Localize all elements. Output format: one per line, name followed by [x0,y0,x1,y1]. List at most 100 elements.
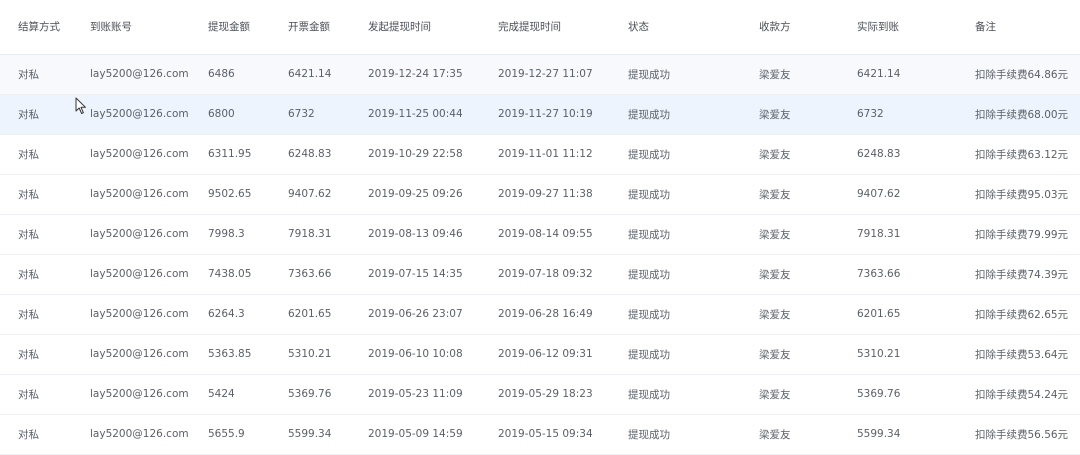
header-invoice-amount: 开票金额 [270,0,350,55]
cell-complete-time: 2019-11-01 11:12 [498,148,593,160]
table-row[interactable]: 对私 lay5200@126.com 6264.3 6201.65 2019-0… [0,294,1080,334]
cell-status: 提现成功 [628,188,670,201]
cell-status: 提现成功 [628,348,670,361]
cell-payee: 梁爱友 [759,108,791,121]
cell-settlement-method: 对私 [18,388,39,401]
header-payee: 收款方 [741,0,839,55]
cell-invoice-amount: 6421.14 [288,68,332,80]
cell-payee: 梁爱友 [759,268,791,281]
table-row[interactable]: 对私 lay5200@126.com 5655.9 5599.34 2019-0… [0,414,1080,454]
cell-complete-time: 2019-07-18 09:32 [498,268,593,280]
table-row[interactable]: 对私 lay5200@126.com 9502.65 9407.62 2019-… [0,174,1080,214]
cell-status: 提现成功 [628,148,670,161]
cell-payee: 梁爱友 [759,308,791,321]
cell-account: lay5200@126.com [90,308,189,320]
cell-status: 提现成功 [628,388,670,401]
cell-settlement-method: 对私 [18,148,39,161]
header-account: 到账账号 [72,0,190,55]
table-header-row: 结算方式 到账账号 提现金额 开票金额 发起提现时间 完成提现时间 状态 收款方… [0,0,1080,55]
cell-actual-received: 5369.76 [857,388,901,400]
header-settlement-method: 结算方式 [0,0,72,55]
cell-remark: 扣除手续费74.39元 [975,268,1069,281]
cell-invoice-amount: 6248.83 [288,148,332,160]
cell-invoice-amount: 5369.76 [288,388,332,400]
cell-actual-received: 6201.65 [857,308,901,320]
cell-start-time: 2019-06-10 10:08 [368,348,463,360]
cell-withdraw-amount: 7438.05 [208,268,252,280]
cell-settlement-method: 对私 [18,308,39,321]
table-row[interactable]: 对私 lay5200@126.com 6311.95 6248.83 2019-… [0,134,1080,174]
cell-status: 提现成功 [628,108,670,121]
cell-payee: 梁爱友 [759,348,791,361]
cell-invoice-amount: 7918.31 [288,228,332,240]
cell-start-time: 2019-06-26 23:07 [368,308,463,320]
cell-payee: 梁爱友 [759,148,791,161]
cell-remark: 扣除手续费62.65元 [975,308,1069,321]
cell-start-time: 2019-05-09 14:59 [368,428,463,440]
cell-complete-time: 2019-09-27 11:38 [498,188,593,200]
cell-settlement-method: 对私 [18,108,39,121]
cell-actual-received: 9407.62 [857,188,901,200]
cell-remark: 扣除手续费64.86元 [975,68,1069,81]
cell-actual-received: 5310.21 [857,348,901,360]
cell-payee: 梁爱友 [759,228,791,241]
table-header: 结算方式 到账账号 提现金额 开票金额 发起提现时间 完成提现时间 状态 收款方… [0,0,1080,55]
cell-settlement-method: 对私 [18,68,39,81]
cell-invoice-amount: 5599.34 [288,428,332,440]
cell-actual-received: 6248.83 [857,148,901,160]
cell-settlement-method: 对私 [18,268,39,281]
cell-actual-received: 6421.14 [857,68,901,80]
cell-account: lay5200@126.com [90,388,189,400]
cell-account: lay5200@126.com [90,68,189,80]
header-start-time: 发起提现时间 [350,0,480,55]
header-remark: 备注 [957,0,1080,55]
cell-withdraw-amount: 5363.85 [208,348,252,360]
table-row[interactable]: 对私 lay5200@126.com 5424 5369.76 2019-05-… [0,374,1080,414]
table-row[interactable]: 对私 lay5200@126.com 7998.3 7918.31 2019-0… [0,214,1080,254]
cell-actual-received: 6732 [857,108,884,120]
cell-start-time: 2019-11-25 00:44 [368,108,463,120]
cell-remark: 扣除手续费68.00元 [975,108,1069,121]
cell-complete-time: 2019-05-15 09:34 [498,428,593,440]
cell-withdraw-amount: 6486 [208,68,235,80]
cell-start-time: 2019-12-24 17:35 [368,68,463,80]
withdrawal-records-table: 结算方式 到账账号 提现金额 开票金额 发起提现时间 完成提现时间 状态 收款方… [0,0,1080,455]
cell-start-time: 2019-07-15 14:35 [368,268,463,280]
header-complete-time: 完成提现时间 [480,0,610,55]
cell-settlement-method: 对私 [18,348,39,361]
table-row[interactable]: 对私 lay5200@126.com 5363.85 5310.21 2019-… [0,334,1080,374]
table-row[interactable]: 对私 lay5200@126.com 7438.05 7363.66 2019-… [0,254,1080,294]
cell-payee: 梁爱友 [759,68,791,81]
cell-account: lay5200@126.com [90,228,189,240]
cell-actual-received: 7918.31 [857,228,901,240]
cell-invoice-amount: 9407.62 [288,188,332,200]
table-row[interactable]: 对私 lay5200@126.com 6800 6732 2019-11-25 … [0,94,1080,134]
cell-complete-time: 2019-11-27 10:19 [498,108,593,120]
table-row[interactable]: 对私 lay5200@126.com 6486 6421.14 2019-12-… [0,54,1080,94]
cell-withdraw-amount: 7998.3 [208,228,245,240]
cell-remark: 扣除手续费63.12元 [975,148,1069,161]
header-actual-received: 实际到账 [839,0,957,55]
cell-remark: 扣除手续费56.56元 [975,428,1069,441]
cell-invoice-amount: 7363.66 [288,268,332,280]
cell-actual-received: 7363.66 [857,268,901,280]
cell-complete-time: 2019-12-27 11:07 [498,68,593,80]
table-body: 对私 lay5200@126.com 6486 6421.14 2019-12-… [0,54,1080,454]
cell-remark: 扣除手续费53.64元 [975,348,1069,361]
cell-start-time: 2019-10-29 22:58 [368,148,463,160]
cell-payee: 梁爱友 [759,428,791,441]
header-withdraw-amount: 提现金额 [190,0,270,55]
cell-actual-received: 5599.34 [857,428,901,440]
cell-withdraw-amount: 6264.3 [208,308,245,320]
cell-withdraw-amount: 9502.65 [208,188,252,200]
cell-complete-time: 2019-08-14 09:55 [498,228,593,240]
cell-invoice-amount: 5310.21 [288,348,332,360]
cell-complete-time: 2019-05-29 18:23 [498,388,593,400]
cell-complete-time: 2019-06-28 16:49 [498,308,593,320]
cell-account: lay5200@126.com [90,188,189,200]
cell-status: 提现成功 [628,228,670,241]
cell-status: 提现成功 [628,68,670,81]
cell-remark: 扣除手续费54.24元 [975,388,1069,401]
cell-payee: 梁爱友 [759,388,791,401]
cell-withdraw-amount: 6311.95 [208,148,252,160]
